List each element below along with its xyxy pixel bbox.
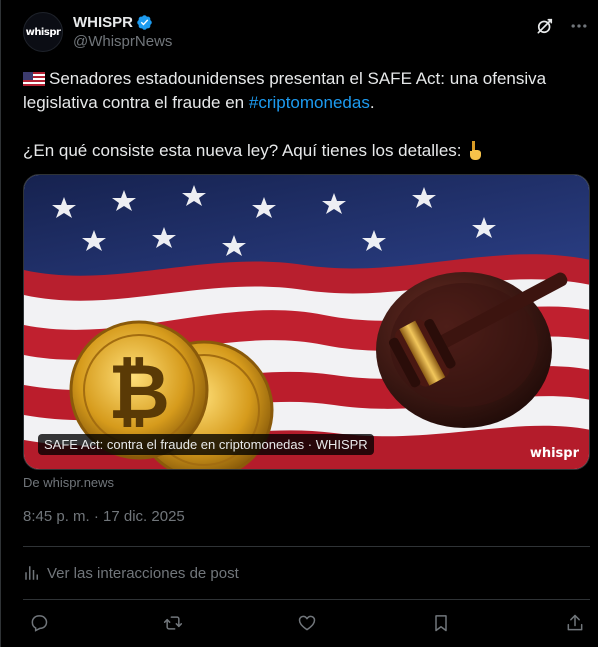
post-line-1: Senadores estadounidenses presentan el S… [23,67,583,115]
post-media-card[interactable]: ₿ SAFE Act: contra el fraude en criptomo… [23,174,590,470]
share-button[interactable] [563,611,587,635]
author-names: WHISPR @WhisprNews [73,12,172,51]
post-header: whispr WHISPR @WhisprNews [23,12,593,52]
action-bar [23,611,590,635]
divider [23,599,590,600]
divider [23,546,590,547]
reply-icon [31,615,48,632]
bookmark-button[interactable] [429,611,453,635]
article-image: ₿ [24,175,589,469]
analytics-label: Ver las interacciones de post [47,564,239,582]
post-detail: whispr WHISPR @WhisprNews Senadores esta… [1,0,598,647]
image-watermark: whispr [529,446,579,461]
media-caption: SAFE Act: contra el fraude en criptomone… [38,434,374,455]
avatar[interactable]: whispr [23,12,63,52]
view-interactions-link[interactable]: Ver las interacciones de post [23,562,239,584]
post-question-text: ¿En qué consiste esta nueva ley? Aquí ti… [23,141,462,160]
reply-button[interactable] [27,611,51,635]
avatar-logo: whispr [25,26,61,38]
author-handle[interactable]: @WhisprNews [73,33,172,50]
analytics-icon [25,566,38,580]
hashtag-link[interactable]: #criptomonedas [249,93,370,112]
more-options-icon[interactable] [569,16,589,36]
bookmark-icon [435,615,447,632]
svg-text:₿: ₿ [108,347,170,436]
post-timestamp[interactable]: 8:45 p. m. · 17 dic. 2025 [23,508,185,525]
like-icon [298,615,316,631]
repost-icon [163,616,183,630]
post-line-2: ¿En qué consiste esta nueva ley? Aquí ti… [23,139,583,163]
post-text: Senadores estadounidenses presentan el S… [23,67,583,187]
author-display-name[interactable]: WHISPR [73,12,172,32]
display-name-text: WHISPR [73,13,133,31]
share-icon [567,614,583,631]
grok-icon[interactable] [535,16,555,36]
post-text-end: . [369,93,375,112]
point-down-emoji-icon [470,141,482,160]
link-source[interactable]: De whispr.news [23,475,114,490]
repost-button[interactable] [161,611,185,635]
verified-badge-icon [137,14,152,30]
us-flag-icon [23,72,45,86]
like-button[interactable] [295,611,319,635]
